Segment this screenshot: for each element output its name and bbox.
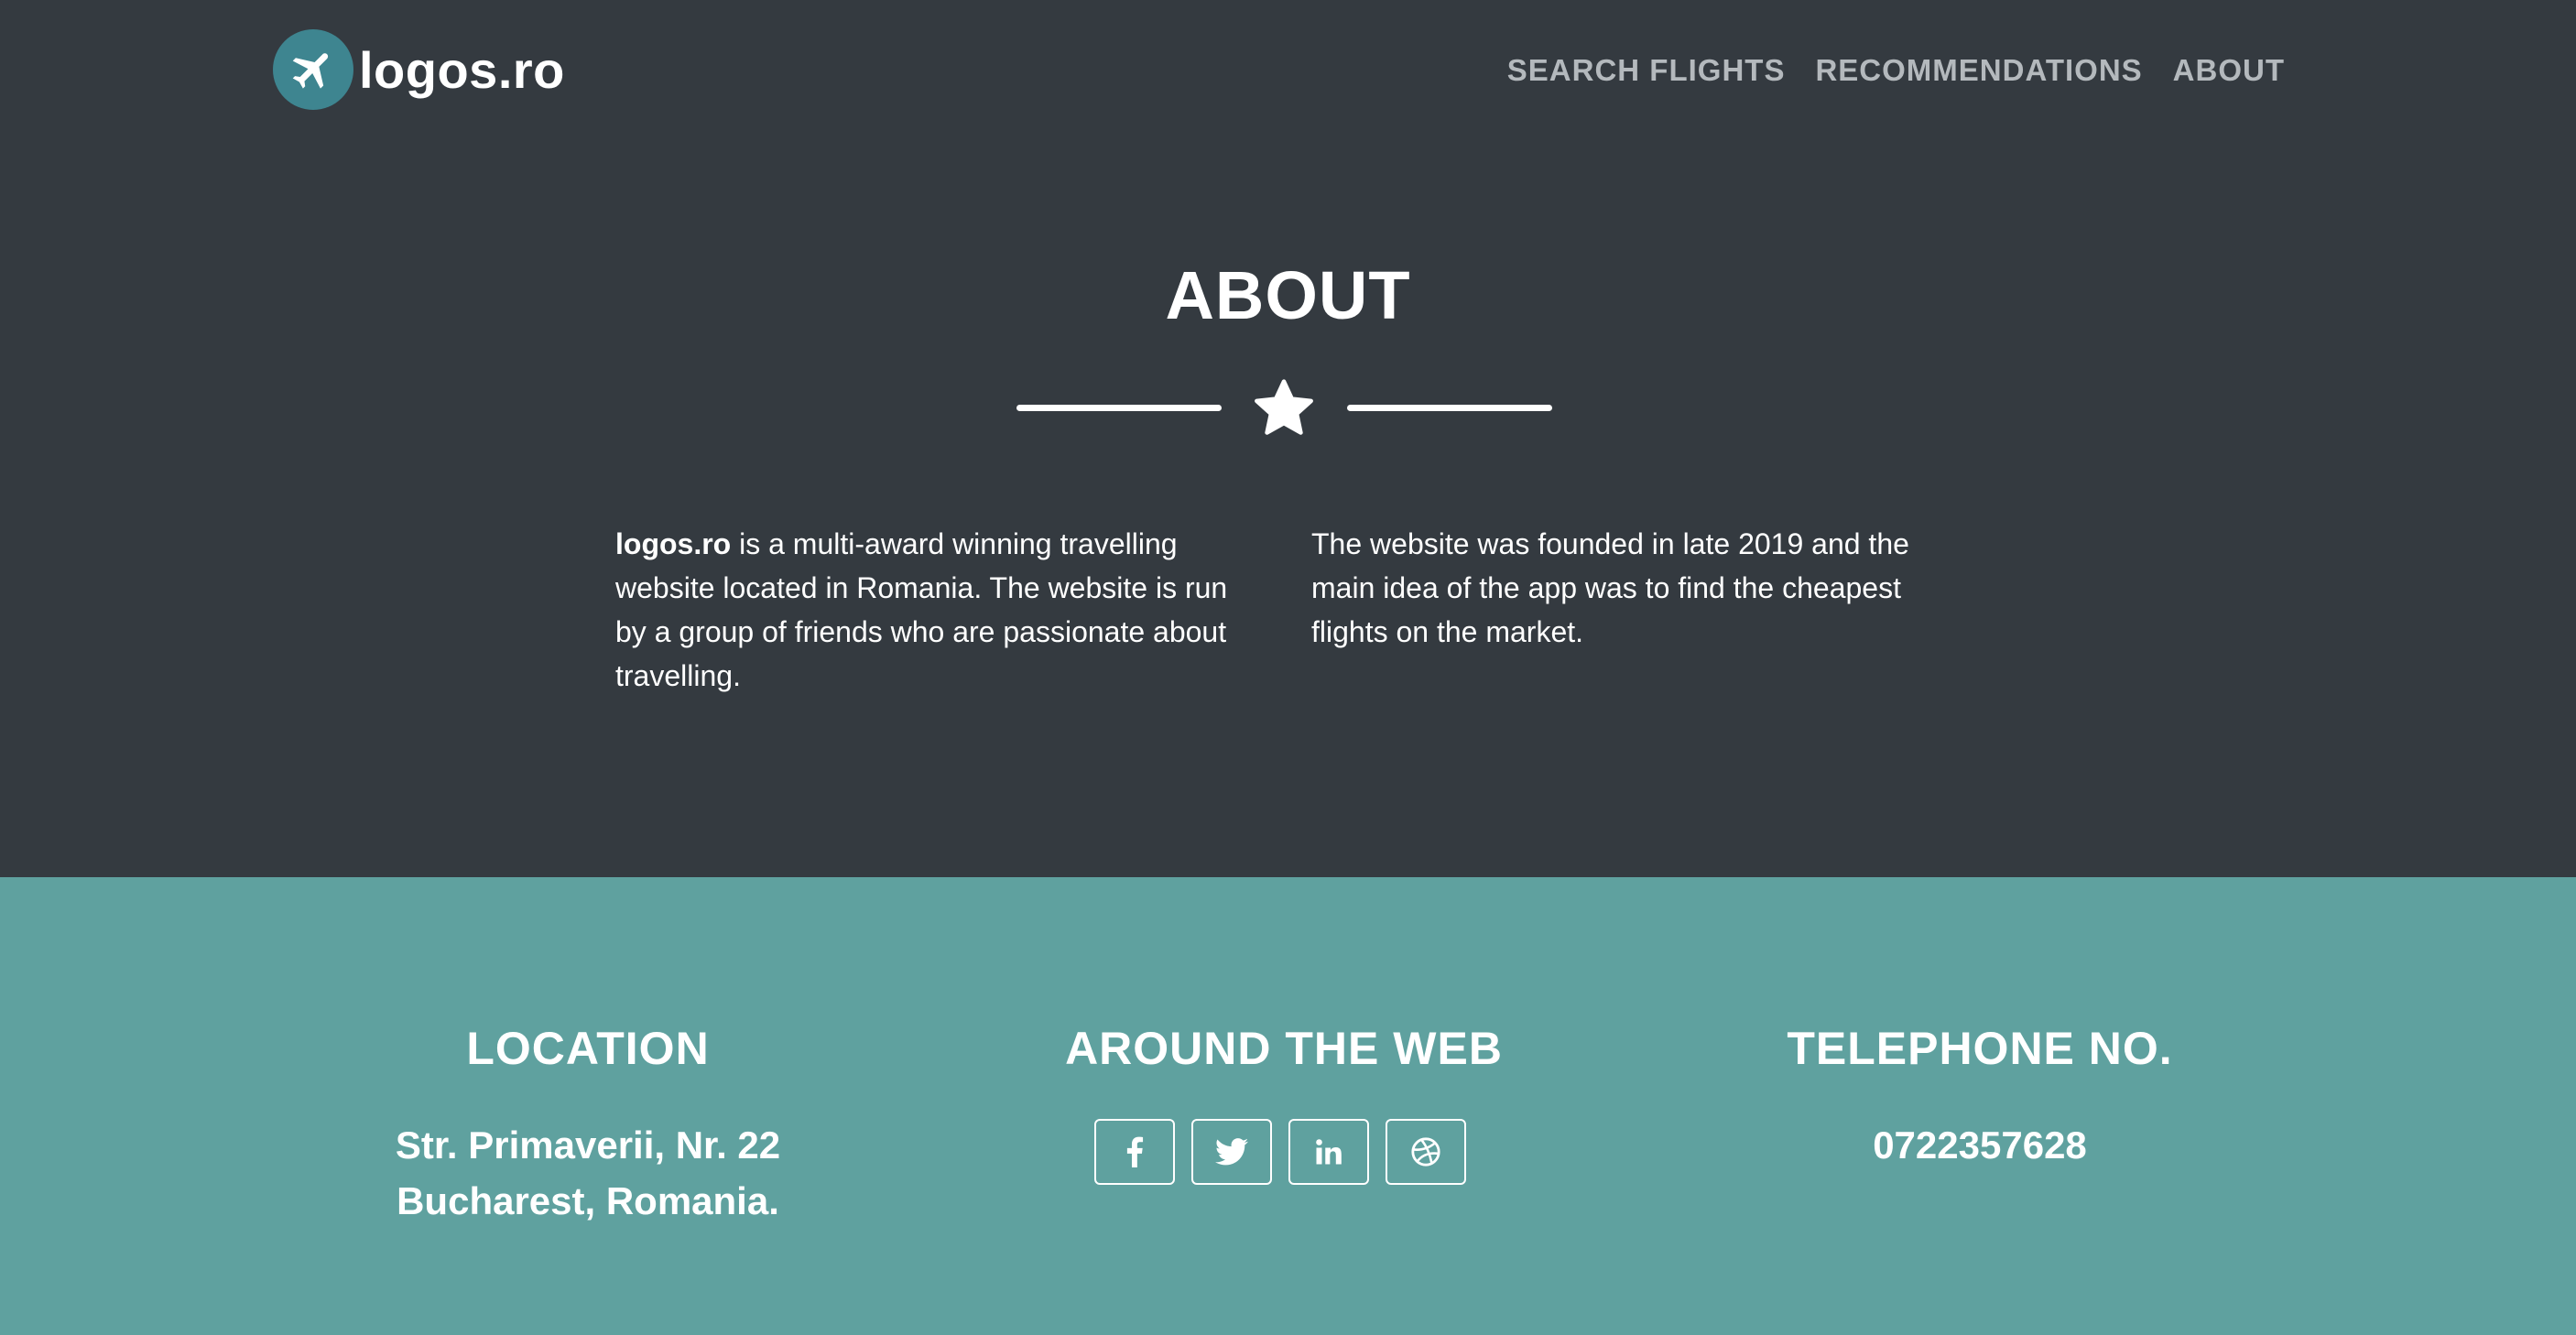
nav-item-recommendations[interactable]: RECOMMENDATIONS	[1815, 53, 2142, 88]
divider-line-left	[1016, 405, 1222, 411]
page-title: ABOUT	[1165, 257, 1411, 333]
telephone-heading: TELEPHONE NO.	[1787, 1023, 2173, 1074]
address-line-2: Bucharest, Romania.	[397, 1179, 779, 1222]
about-paragraph-left: logos.ro is a multi-award winning travel…	[615, 522, 1256, 698]
nav-item-search-flights[interactable]: SEARCH FLIGHTS	[1507, 53, 1786, 88]
nav-item-about[interactable]: ABOUT	[2173, 53, 2285, 88]
dribbble-icon	[1411, 1137, 1440, 1167]
facebook-button[interactable]	[1094, 1119, 1175, 1185]
airplane-logo-icon	[273, 29, 353, 110]
telephone-number: 0722357628	[1873, 1123, 2087, 1167]
about-paragraph-right: The website was founded in late 2019 and…	[1311, 527, 1909, 648]
brand-link[interactable]: logos.ro	[273, 27, 565, 112]
social-links	[1094, 1119, 1466, 1185]
address-line-1: Str. Primaverii, Nr. 22	[395, 1123, 781, 1167]
facebook-icon	[1126, 1136, 1144, 1167]
star-divider	[1016, 375, 1552, 441]
star-icon	[1255, 379, 1313, 435]
about-section: logos.ro SEARCH FLIGHTS RECOMMENDATIONS …	[0, 0, 2576, 877]
twitter-button[interactable]	[1191, 1119, 1272, 1185]
location-heading: LOCATION	[466, 1023, 710, 1074]
about-brand-name: logos.ro	[615, 527, 732, 560]
navbar: logos.ro SEARCH FLIGHTS RECOMMENDATIONS …	[0, 0, 2576, 147]
twitter-icon	[1215, 1138, 1248, 1166]
linkedin-icon	[1316, 1139, 1342, 1165]
nav-menu: SEARCH FLIGHTS RECOMMENDATIONS ABOUT	[1507, 53, 2285, 88]
footer: LOCATION Str. Primaverii, Nr. 22 Buchare…	[0, 877, 2576, 1335]
divider-line-right	[1347, 405, 1552, 411]
linkedin-button[interactable]	[1288, 1119, 1369, 1185]
dribbble-button[interactable]	[1386, 1119, 1466, 1185]
web-heading: AROUND THE WEB	[1065, 1023, 1503, 1074]
brand-name: logos.ro	[359, 40, 565, 99]
location-address: Str. Primaverii, Nr. 22 Bucharest, Roman…	[240, 1117, 936, 1229]
